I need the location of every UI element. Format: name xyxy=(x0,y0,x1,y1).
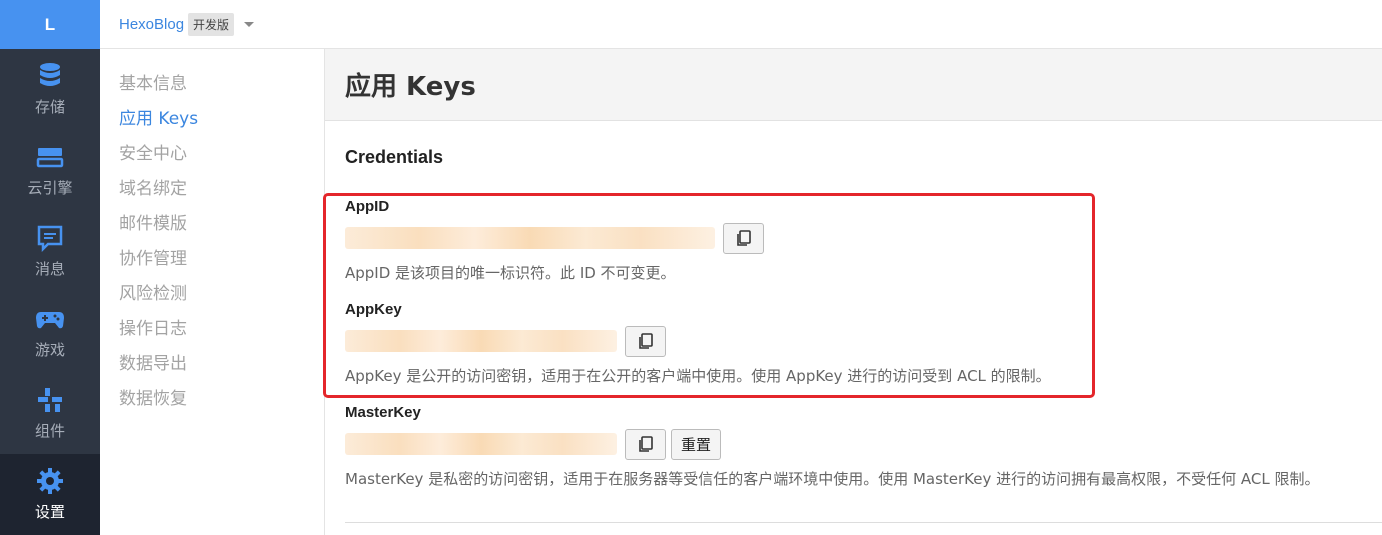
rail-item-storage[interactable]: 存储 xyxy=(0,49,100,130)
rail-item-label: 游戏 xyxy=(34,341,65,359)
top-bar: HexoBlog 开发版 xyxy=(100,0,1382,49)
section-divider xyxy=(345,522,1382,523)
subnav-item-app-keys[interactable]: 应用 Keys xyxy=(100,102,324,137)
subnav-item-data-export[interactable]: 数据导出 xyxy=(100,347,324,382)
masterkey-field: MasterKey 重置 MasterKey 是私密的访问密钥，适用于在服务器等… xyxy=(345,404,1382,489)
subnav-item-basic-info[interactable]: 基本信息 xyxy=(100,67,324,102)
appid-value-masked[interactable] xyxy=(345,227,715,249)
copy-appkey-button[interactable] xyxy=(625,325,666,357)
rail-item-components[interactable]: 组件 xyxy=(0,373,100,454)
rail-item-games[interactable]: 游戏 xyxy=(0,292,100,373)
appkey-value-masked[interactable] xyxy=(345,330,617,352)
rail-item-settings[interactable]: 设置 xyxy=(0,454,100,535)
subnav-item-email-templates[interactable]: 邮件模版 xyxy=(100,207,324,242)
appkey-help: AppKey 是公开的访问密钥，适用于在公开的客户端中使用。使用 AppKey … xyxy=(345,367,1051,385)
rail-item-label: 存储 xyxy=(34,98,65,116)
masterkey-label: MasterKey xyxy=(345,404,421,421)
server-icon xyxy=(35,142,65,172)
masterkey-value-masked[interactable] xyxy=(345,433,617,455)
app-switcher-name[interactable]: HexoBlog xyxy=(119,16,184,33)
appid-help: AppID 是该项目的唯一标识符。此 ID 不可变更。 xyxy=(345,264,676,282)
masterkey-help: MasterKey 是私密的访问密钥，适用于在服务器等受信任的客户端环境中使用。… xyxy=(345,470,1320,488)
copy-icon xyxy=(736,230,751,246)
components-icon xyxy=(35,385,65,415)
settings-subnav: 基本信息 应用 Keys 安全中心 域名绑定 邮件模版 协作管理 风险检测 操作… xyxy=(100,49,325,535)
database-icon xyxy=(35,61,65,91)
copy-masterkey-button[interactable] xyxy=(625,428,666,460)
appkey-field: AppKey AppKey 是公开的访问密钥，适用于在公开的客户端中使用。使用 … xyxy=(345,301,1382,386)
subnav-item-collaboration[interactable]: 协作管理 xyxy=(100,242,324,277)
credentials-panel: Credentials AppID AppID 是该项目的唯一标识符。此 ID … xyxy=(323,121,1382,489)
subnav-item-risk-detection[interactable]: 风险检测 xyxy=(100,277,324,312)
reset-masterkey-button[interactable]: 重置 xyxy=(671,428,722,460)
subnav-item-data-restore[interactable]: 数据恢复 xyxy=(100,382,324,417)
chevron-down-icon[interactable] xyxy=(244,21,255,27)
subnav-item-domain-binding[interactable]: 域名绑定 xyxy=(100,172,324,207)
rail-item-label: 设置 xyxy=(34,503,65,521)
appid-field: AppID AppID 是该项目的唯一标识符。此 ID 不可变更。 xyxy=(345,198,1382,283)
copy-icon xyxy=(638,436,653,452)
message-icon xyxy=(35,223,65,253)
appid-label: AppID xyxy=(345,198,390,215)
section-title: Credentials xyxy=(345,147,444,167)
subnav-item-operation-log[interactable]: 操作日志 xyxy=(100,312,324,347)
rail-item-label: 组件 xyxy=(34,422,65,440)
gear-icon xyxy=(35,466,65,496)
page-header: 应用 Keys xyxy=(325,49,1382,121)
rail-item-label: 消息 xyxy=(34,260,65,278)
app-logo[interactable]: L xyxy=(0,0,100,49)
rail-item-cloud-engine[interactable]: 云引擎 xyxy=(0,130,100,211)
page-title: 应用 Keys xyxy=(345,72,476,102)
copy-appid-button[interactable] xyxy=(723,222,764,254)
rail-item-label: 云引擎 xyxy=(27,179,73,197)
app-root: L 存储 云引擎 消息 游戏 组件 设置 HexoBlog 开发版 基本信息 应… xyxy=(0,0,1382,535)
appkey-label: AppKey xyxy=(345,301,402,318)
subnav-item-security[interactable]: 安全中心 xyxy=(100,137,324,172)
main-content: 应用 Keys Credentials AppID AppID 是该项目的唯一标… xyxy=(323,49,1382,535)
copy-icon xyxy=(638,333,653,349)
rail-item-messages[interactable]: 消息 xyxy=(0,211,100,292)
env-badge: 开发版 xyxy=(188,12,235,36)
gamepad-icon xyxy=(35,304,65,334)
icon-rail: L 存储 云引擎 消息 游戏 组件 设置 xyxy=(0,0,100,535)
